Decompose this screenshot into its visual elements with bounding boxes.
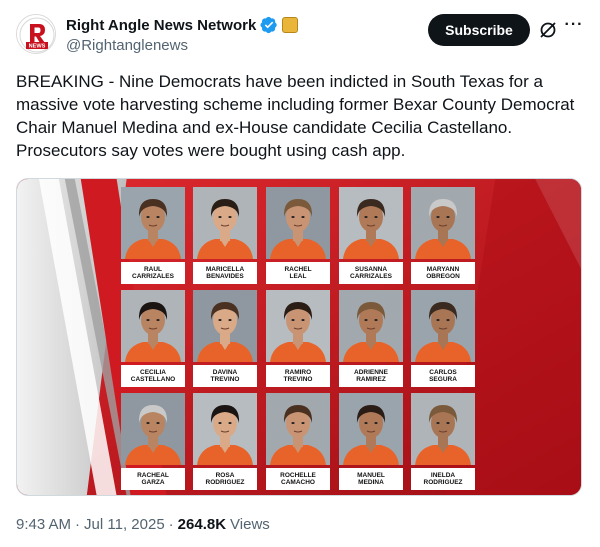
mugshot-card: CECILIA CASTELLANO <box>121 290 185 387</box>
mugshot-card: RAUL CARRIZALES <box>121 187 185 284</box>
last-name: CAMACHO <box>281 479 315 486</box>
name-plate: SUSANNA CARRIZALES <box>339 262 403 284</box>
affiliate-badge-icon <box>282 17 299 33</box>
verified-badge-icon <box>260 16 278 34</box>
mugshot-card: MARICELLA BENAVIDES <box>193 187 257 284</box>
name-plate: DAVINA TREVINO <box>193 365 257 387</box>
post-time[interactable]: 9:43 AM <box>16 516 71 533</box>
mugshot-photo <box>121 290 185 362</box>
svg-text:NEWS: NEWS <box>29 44 46 50</box>
mugshot-photo <box>266 393 330 465</box>
first-name: MANUEL <box>357 471 385 479</box>
mugshot-photo <box>411 393 475 465</box>
name-plate: MARYANN OBREGON <box>411 262 475 284</box>
mugshot-card: MANUEL MEDINA <box>339 393 403 490</box>
account-handle[interactable]: @Rightanglenews <box>66 37 298 54</box>
first-name: ADRIENNE <box>354 368 388 376</box>
mugshot-card: DAVINA TREVINO <box>193 290 257 387</box>
mugshot-photo <box>193 187 257 259</box>
name-plate: RACHEL LEAL <box>266 262 330 284</box>
mugshot-photo <box>339 393 403 465</box>
mugshot-photo <box>339 187 403 259</box>
mugshot-photo <box>266 187 330 259</box>
last-name: MEDINA <box>358 479 384 486</box>
mugshot-card: ROCHELLE CAMACHO <box>266 393 330 490</box>
name-plate: CECILIA CASTELLANO <box>121 365 185 387</box>
right-angle-logo-icon: NEWS <box>17 15 55 53</box>
mugshot-photo <box>193 393 257 465</box>
mugshot-card: ROSA RODRIGUEZ <box>193 393 257 490</box>
mugshot-grid: RAUL CARRIZALES MARICELLA BENAVIDES RACHEL LE… <box>121 187 477 490</box>
last-name: RAMIREZ <box>356 376 386 383</box>
first-name: INELDA <box>430 471 456 479</box>
grok-icon[interactable] <box>538 20 558 40</box>
mugshot-card: ADRIENNE RAMIREZ <box>339 290 403 387</box>
display-name[interactable]: Right Angle News Network <box>66 17 256 34</box>
last-name: CARRIZALES <box>132 273 174 280</box>
last-name: TREVINO <box>283 376 313 383</box>
footer-separator-2: · <box>168 516 174 533</box>
account-avatar[interactable]: NEWS <box>16 14 56 54</box>
views-label: Views <box>230 516 270 533</box>
name-plate: MANUEL MEDINA <box>339 468 403 490</box>
last-name: RODRIGUEZ <box>205 479 245 486</box>
name-plate: ADRIENNE RAMIREZ <box>339 365 403 387</box>
mugshot-photo <box>266 290 330 362</box>
mugshot-card: INELDA RODRIGUEZ <box>411 393 475 490</box>
last-name: BENAVIDES <box>206 273 244 280</box>
first-name: ROCHELLE <box>280 471 316 479</box>
first-name: RACHEL <box>284 265 312 273</box>
mugshot-photo <box>339 290 403 362</box>
first-name: CECILIA <box>140 368 166 376</box>
post-date[interactable]: Jul 11, 2025 <box>84 516 165 533</box>
name-plate: RAUL CARRIZALES <box>121 262 185 284</box>
first-name: RAMIRO <box>284 368 312 376</box>
first-name: CARLOS <box>429 368 457 376</box>
mugshot-photo <box>411 187 475 259</box>
name-plate: INELDA RODRIGUEZ <box>411 468 475 490</box>
first-name: ROSA <box>215 471 235 479</box>
tweet-footer: 9:43 AM · Jul 11, 2025 · 264.8K Views <box>16 516 270 533</box>
tweet-text: BREAKING - Nine Democrats have been indi… <box>16 72 575 160</box>
mugshot-card: SUSANNA CARRIZALES <box>339 187 403 284</box>
first-name: RACHEAL <box>137 471 169 479</box>
last-name: LEAL <box>289 273 307 280</box>
mugshot-photo <box>121 393 185 465</box>
mugshot-card: RACHEL LEAL <box>266 187 330 284</box>
first-name: MARYANN <box>426 265 460 273</box>
footer-separator: · <box>75 516 81 533</box>
subscribe-button[interactable]: Subscribe <box>428 14 530 46</box>
name-plate: ROSA RODRIGUEZ <box>193 468 257 490</box>
views-count: 264.8K <box>177 516 227 533</box>
name-plate: CARLOS SEGURA <box>411 365 475 387</box>
first-name: MARICELLA <box>205 265 245 273</box>
first-name: SUSANNA <box>354 265 388 273</box>
more-icon[interactable]: ··· <box>564 16 584 40</box>
tweet-media[interactable]: RAUL CARRIZALES MARICELLA BENAVIDES RACHEL LE… <box>16 178 582 496</box>
tweet-header: NEWS Right Angle News Network @Rightangl… <box>16 12 584 56</box>
last-name: OBREGON <box>426 273 460 280</box>
mugshot-card: RAMIRO TREVINO <box>266 290 330 387</box>
name-plate: RAMIRO TREVINO <box>266 365 330 387</box>
last-name: CARRIZALES <box>350 273 392 280</box>
mugshot-photo <box>193 290 257 362</box>
last-name: CASTELLANO <box>130 376 176 383</box>
name-plate: ROCHELLE CAMACHO <box>266 468 330 490</box>
last-name: GARZA <box>141 479 165 486</box>
mugshot-card: RACHEAL GARZA <box>121 393 185 490</box>
mugshot-card: CARLOS SEGURA <box>411 290 475 387</box>
name-plate: MARICELLA BENAVIDES <box>193 262 257 284</box>
last-name: TREVINO <box>210 376 240 383</box>
first-name: DAVINA <box>212 368 238 376</box>
first-name: RAUL <box>143 265 163 273</box>
last-name: SEGURA <box>429 376 457 383</box>
mugshot-card: MARYANN OBREGON <box>411 187 475 284</box>
mugshot-photo <box>121 187 185 259</box>
name-plate: RACHEAL GARZA <box>121 468 185 490</box>
last-name: RODRIGUEZ <box>423 479 463 486</box>
mugshot-photo <box>411 290 475 362</box>
account-names: Right Angle News Network @Rightanglenews <box>66 15 299 54</box>
